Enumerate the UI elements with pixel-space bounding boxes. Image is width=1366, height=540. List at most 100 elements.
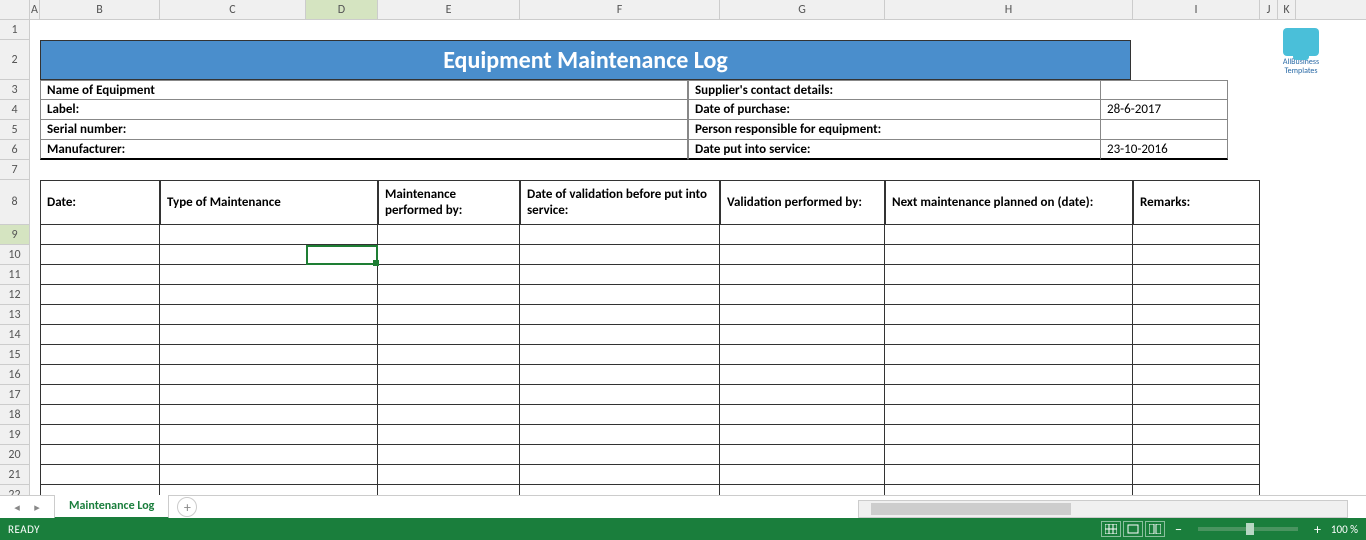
table-cell[interactable] xyxy=(160,425,378,445)
row-header-13[interactable]: 13 xyxy=(0,305,30,325)
table-cell[interactable] xyxy=(720,405,885,425)
row-header-18[interactable]: 18 xyxy=(0,405,30,425)
table-cell[interactable] xyxy=(40,465,160,485)
table-cell[interactable] xyxy=(378,425,520,445)
col-header-J[interactable]: J xyxy=(1260,0,1278,19)
table-cell[interactable] xyxy=(378,365,520,385)
table-cell[interactable] xyxy=(378,465,520,485)
col-header-G[interactable]: G xyxy=(720,0,885,19)
scrollbar-thumb[interactable] xyxy=(871,503,1071,515)
table-cell[interactable] xyxy=(160,245,378,265)
table-cell[interactable] xyxy=(378,485,520,495)
table-cell[interactable] xyxy=(160,485,378,495)
table-cell[interactable] xyxy=(520,445,720,465)
table-cell[interactable] xyxy=(520,285,720,305)
table-cell[interactable] xyxy=(40,445,160,465)
col-header-F[interactable]: F xyxy=(520,0,720,19)
table-cell[interactable] xyxy=(40,325,160,345)
row-header-1[interactable]: 1 xyxy=(0,20,30,40)
table-cell[interactable] xyxy=(720,425,885,445)
table-cell[interactable] xyxy=(40,345,160,365)
row-header-12[interactable]: 12 xyxy=(0,285,30,305)
table-cell[interactable] xyxy=(378,345,520,365)
table-cell[interactable] xyxy=(1133,225,1260,245)
table-cell[interactable] xyxy=(720,325,885,345)
table-cell[interactable] xyxy=(1133,325,1260,345)
table-cell[interactable] xyxy=(160,445,378,465)
table-cell[interactable] xyxy=(378,405,520,425)
table-cell[interactable] xyxy=(40,265,160,285)
col-header-H[interactable]: H xyxy=(885,0,1133,19)
row-header-9[interactable]: 9 xyxy=(0,225,30,245)
table-cell[interactable] xyxy=(40,485,160,495)
tab-nav-first-icon[interactable]: ◂ xyxy=(10,500,24,514)
row-header-5[interactable]: 5 xyxy=(0,120,30,140)
table-cell[interactable] xyxy=(40,225,160,245)
table-cell[interactable] xyxy=(160,285,378,305)
row-header-19[interactable]: 19 xyxy=(0,425,30,445)
table-cell[interactable] xyxy=(885,485,1133,495)
table-cell[interactable] xyxy=(520,225,720,245)
row-header-2[interactable]: 2 xyxy=(0,40,30,80)
table-cell[interactable] xyxy=(1133,465,1260,485)
table-cell[interactable] xyxy=(378,305,520,325)
table-cell[interactable] xyxy=(520,365,720,385)
table-cell[interactable] xyxy=(1133,345,1260,365)
zoom-out-button[interactable]: − xyxy=(1175,521,1182,538)
table-cell[interactable] xyxy=(40,425,160,445)
col-header-K[interactable]: K xyxy=(1278,0,1296,19)
table-cell[interactable] xyxy=(885,365,1133,385)
table-cell[interactable] xyxy=(378,225,520,245)
tab-nav-last-icon[interactable]: ▸ xyxy=(30,500,44,514)
table-cell[interactable] xyxy=(160,385,378,405)
row-header-10[interactable]: 10 xyxy=(0,245,30,265)
col-header-A[interactable]: A xyxy=(30,0,40,19)
table-cell[interactable] xyxy=(160,325,378,345)
table-cell[interactable] xyxy=(40,365,160,385)
table-cell[interactable] xyxy=(520,405,720,425)
table-cell[interactable] xyxy=(520,245,720,265)
table-cell[interactable] xyxy=(378,265,520,285)
col-header-E[interactable]: E xyxy=(378,0,520,19)
table-cell[interactable] xyxy=(720,305,885,325)
row-header-6[interactable]: 6 xyxy=(0,140,30,160)
table-cell[interactable] xyxy=(1133,285,1260,305)
table-cell[interactable] xyxy=(160,465,378,485)
page-break-view-button[interactable] xyxy=(1145,521,1165,537)
table-cell[interactable] xyxy=(720,465,885,485)
table-cell[interactable] xyxy=(720,225,885,245)
zoom-in-button[interactable]: + xyxy=(1314,521,1321,538)
table-cell[interactable] xyxy=(40,305,160,325)
table-cell[interactable] xyxy=(1133,365,1260,385)
table-cell[interactable] xyxy=(520,465,720,485)
table-cell[interactable] xyxy=(40,285,160,305)
table-cell[interactable] xyxy=(520,305,720,325)
table-cell[interactable] xyxy=(720,265,885,285)
row-header-8[interactable]: 8 xyxy=(0,180,30,225)
table-cell[interactable] xyxy=(885,465,1133,485)
col-header-I[interactable]: I xyxy=(1133,0,1260,19)
table-cell[interactable] xyxy=(520,345,720,365)
table-cell[interactable] xyxy=(160,365,378,385)
row-header-15[interactable]: 15 xyxy=(0,345,30,365)
row-header-14[interactable]: 14 xyxy=(0,325,30,345)
table-cell[interactable] xyxy=(378,385,520,405)
table-cell[interactable] xyxy=(378,245,520,265)
row-header-21[interactable]: 21 xyxy=(0,465,30,485)
col-header-D[interactable]: D xyxy=(306,0,378,19)
zoom-level[interactable]: 100 % xyxy=(1331,523,1358,536)
sheet-tab-active[interactable]: Maintenance Log xyxy=(54,495,169,519)
table-cell[interactable] xyxy=(885,445,1133,465)
col-header-B[interactable]: B xyxy=(40,0,160,19)
row-header-7[interactable]: 7 xyxy=(0,160,30,180)
row-header-17[interactable]: 17 xyxy=(0,385,30,405)
table-cell[interactable] xyxy=(520,385,720,405)
table-cell[interactable] xyxy=(885,385,1133,405)
add-sheet-button[interactable]: + xyxy=(177,497,197,517)
table-cell[interactable] xyxy=(885,265,1133,285)
cells-area[interactable]: Equipment Maintenance Log Name of Equipm… xyxy=(30,20,1366,495)
table-cell[interactable] xyxy=(1133,425,1260,445)
table-cell[interactable] xyxy=(720,385,885,405)
table-cell[interactable] xyxy=(885,225,1133,245)
table-cell[interactable] xyxy=(885,245,1133,265)
